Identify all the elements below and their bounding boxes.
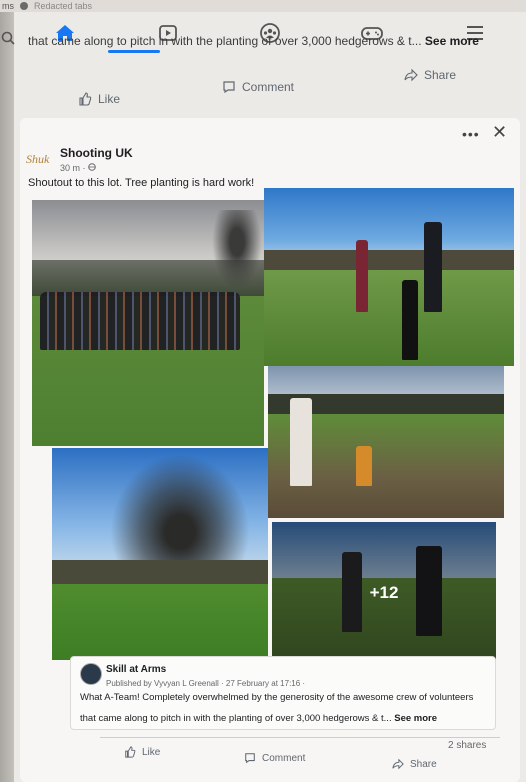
more-photos-overlay[interactable]: +12 bbox=[272, 522, 496, 664]
shared-post-body: that came along to pitch in with the pla… bbox=[80, 713, 392, 724]
shared-post-meta: Published by Vyvyan L Greenall · 27 Febr… bbox=[106, 679, 306, 688]
photo-trees[interactable] bbox=[52, 448, 268, 660]
comment-button[interactable]: Comment bbox=[244, 752, 305, 764]
page-avatar[interactable]: Shuk bbox=[26, 152, 54, 174]
like-button[interactable]: Like bbox=[124, 746, 160, 758]
photo-group[interactable] bbox=[32, 200, 264, 446]
previous-post-text: that came along to pitch in with the pla… bbox=[28, 34, 479, 48]
like-icon bbox=[125, 746, 136, 758]
more-options-icon[interactable]: ••• bbox=[462, 126, 480, 142]
previous-comment-label: Comment bbox=[242, 80, 295, 94]
post-divider bbox=[100, 737, 500, 738]
shared-post-text-line1: What A-Team! Completely overwhelmed by t… bbox=[80, 692, 474, 703]
previous-share-button[interactable]: Share bbox=[404, 68, 456, 82]
share-button[interactable]: Share bbox=[392, 758, 437, 770]
shared-post-text-line2: that came along to pitch in with the pla… bbox=[80, 713, 437, 724]
shared-page-avatar[interactable] bbox=[80, 663, 102, 685]
shared-page-name[interactable]: Skill at Arms bbox=[106, 664, 166, 675]
share-icon bbox=[392, 758, 404, 770]
share-label: Share bbox=[410, 758, 437, 770]
comment-icon bbox=[223, 81, 235, 94]
share-icon bbox=[404, 68, 418, 82]
like-label: Like bbox=[142, 746, 161, 758]
like-icon bbox=[79, 92, 92, 106]
globe-icon bbox=[88, 163, 96, 171]
top-navigation bbox=[14, 10, 526, 56]
page-name-link[interactable]: Shooting UK bbox=[60, 146, 133, 160]
previous-like-label: Like bbox=[98, 92, 121, 106]
close-icon[interactable]: ✕ bbox=[492, 122, 507, 143]
tab-favicon-icon bbox=[20, 2, 28, 10]
comment-label: Comment bbox=[262, 752, 306, 764]
tab-text: ms bbox=[2, 1, 14, 11]
active-tab-indicator bbox=[108, 50, 160, 53]
previous-comment-button[interactable]: Comment bbox=[222, 80, 294, 94]
previous-post-body: that came along to pitch in with the pla… bbox=[28, 34, 422, 48]
shares-count[interactable]: 2 shares bbox=[448, 740, 486, 751]
shared-see-more-link[interactable]: See more bbox=[394, 713, 437, 724]
previous-see-more-link[interactable]: See more bbox=[425, 34, 479, 48]
comment-icon bbox=[245, 753, 255, 764]
photo-planting-2[interactable] bbox=[268, 366, 504, 518]
previous-like-button[interactable]: Like bbox=[78, 92, 120, 106]
previous-share-label: Share bbox=[424, 68, 457, 82]
post-time-label: 30 m · bbox=[60, 163, 86, 173]
photo-planting-1[interactable] bbox=[264, 188, 514, 366]
post-caption: Shoutout to this lot. Tree planting is h… bbox=[28, 177, 255, 189]
post-timestamp[interactable]: 30 m · bbox=[60, 163, 96, 173]
